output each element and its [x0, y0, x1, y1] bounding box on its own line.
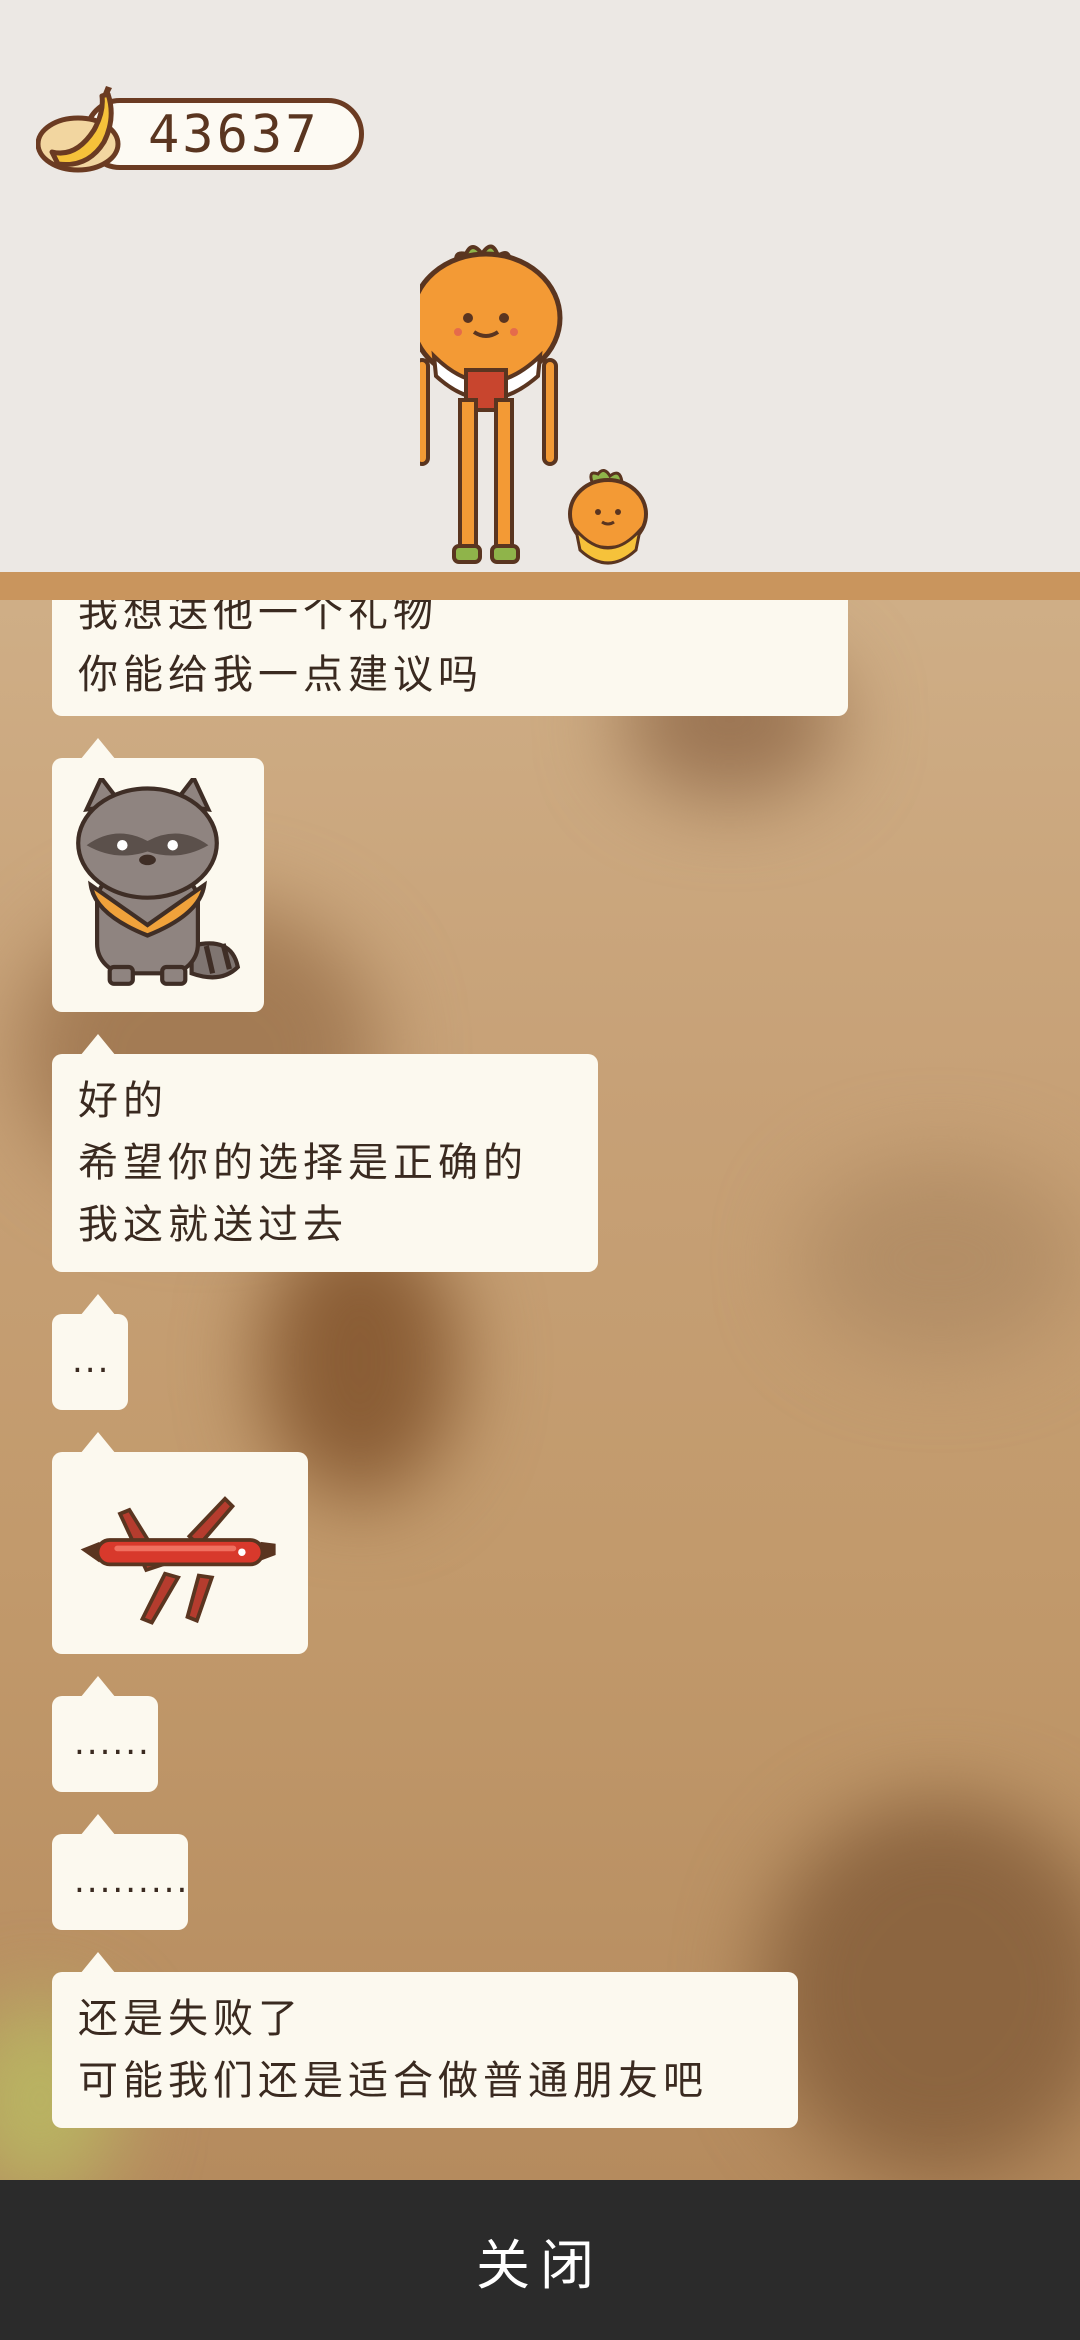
chat-bubble: .........: [52, 1814, 190, 1930]
chat-image-bubble: [52, 738, 264, 1012]
game-screen: 43637 我想送他一个礼物 你能给我一点建议吗 好的 希望你的选择是正确的 我…: [0, 0, 1080, 2340]
message-line: ...: [72, 1341, 111, 1381]
background-blur: [800, 1160, 1080, 1360]
chat-bubble: 我想送他一个礼物 你能给我一点建议吗: [52, 600, 848, 716]
carrot-characters: [420, 244, 648, 565]
message-line: ......: [74, 1723, 151, 1763]
close-button[interactable]: 关闭: [0, 2180, 1080, 2340]
message-line: 我想送他一个礼物: [78, 600, 438, 636]
floor-divider: [0, 572, 1080, 600]
character-scene: 43637: [0, 0, 1080, 574]
close-button-label: 关闭: [476, 2233, 604, 2297]
chat-log[interactable]: 我想送他一个礼物 你能给我一点建议吗 好的 希望你的选择是正确的 我这就送过去 …: [0, 600, 1080, 2180]
raccoon-icon: [76, 778, 241, 986]
message-line: .........: [74, 1861, 190, 1901]
chat-bubble: 还是失败了 可能我们还是适合做普通朋友吧: [52, 1952, 798, 2128]
message-line: 我这就送过去: [78, 1202, 348, 1248]
message-line: 希望你的选择是正确的: [78, 1140, 528, 1186]
chat-bubble: ......: [52, 1676, 158, 1792]
chat-bubble: 好的 希望你的选择是正确的 我这就送过去: [52, 1034, 598, 1272]
background-blur: [760, 1800, 1080, 2180]
message-line: 你能给我一点建议吗: [78, 652, 483, 698]
banana-icon: [36, 86, 121, 173]
message-line: 好的: [78, 1078, 168, 1124]
chat-image-bubble: [52, 1432, 308, 1654]
carrot-small-character-icon: [568, 469, 648, 565]
message-line: 还是失败了: [78, 1996, 303, 2042]
chat-bubble: ...: [52, 1294, 128, 1410]
swiss-army-knife-icon: [80, 1496, 276, 1625]
banana-count: 43637: [148, 105, 320, 165]
message-line: 可能我们还是适合做普通朋友吧: [78, 2058, 708, 2104]
banana-counter: 43637: [36, 86, 372, 174]
carrot-tall-character-icon: [420, 244, 563, 564]
